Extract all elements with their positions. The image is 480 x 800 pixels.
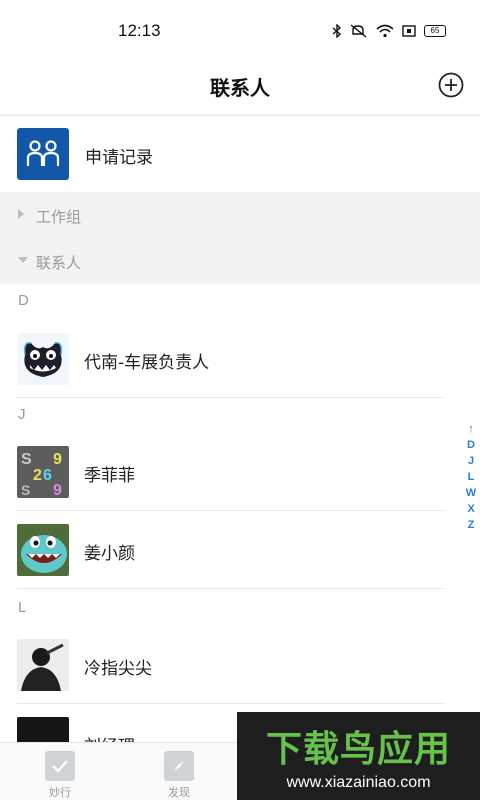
avatar	[17, 524, 69, 576]
index-letter-w[interactable]: W	[466, 485, 476, 501]
contact-row[interactable]: 姜小颜	[0, 511, 445, 589]
group-section: 工作组 联系人	[0, 192, 480, 284]
tab-label: 发现	[168, 786, 190, 799]
alphabet-index[interactable]: ↑ D J L W X Z	[462, 421, 480, 533]
svg-text:S: S	[21, 482, 30, 498]
index-letter-x[interactable]: X	[467, 501, 474, 517]
contact-name: 代南-车展负责人	[84, 353, 210, 373]
caret-right-icon	[18, 209, 24, 219]
nav-bar: 联系人	[0, 60, 480, 116]
divider	[17, 397, 445, 398]
contact-name: 姜小颜	[84, 544, 135, 564]
contact-row[interactable]: S 9 2 6 S 9 季菲菲	[0, 433, 445, 511]
svg-text:S: S	[21, 451, 32, 468]
wifi-icon	[376, 24, 394, 38]
caret-down-icon	[18, 257, 28, 263]
svg-text:2: 2	[33, 467, 42, 484]
section-header-j: J	[18, 406, 26, 423]
index-letter-z[interactable]: Z	[468, 517, 475, 533]
contact-row[interactable]: 冷指尖尖	[0, 626, 445, 704]
status-time: 12:13	[118, 21, 161, 40]
avatar: S 9 2 6 S 9	[17, 446, 69, 498]
group-label: 联系人	[36, 254, 82, 272]
svg-text:6: 6	[43, 467, 52, 484]
tab-label: 妙行	[49, 786, 71, 799]
compass-icon	[164, 751, 194, 781]
group-row-workgroup[interactable]: 工作组	[0, 192, 480, 238]
mute-icon	[350, 24, 367, 38]
divider	[17, 588, 445, 589]
contact-name: 冷指尖尖	[84, 659, 152, 679]
section-header-d: D	[18, 292, 29, 309]
avatar	[17, 333, 69, 385]
group-row-contacts[interactable]: 联系人	[0, 238, 480, 284]
watermark-url: www.xiazainiao.com	[286, 774, 431, 791]
section-header-l: L	[18, 599, 27, 616]
group-label: 工作组	[36, 208, 82, 226]
watermark-banner: 下载鸟应用 www.xiazainiao.com	[237, 712, 480, 800]
contact-name: 季菲菲	[84, 466, 135, 486]
tab-miaoxing[interactable]: 妙行	[15, 743, 105, 800]
tab-discover[interactable]: 发现	[134, 743, 224, 800]
check-icon	[45, 751, 75, 781]
index-letter-l[interactable]: L	[468, 469, 475, 485]
page-title: 联系人	[210, 76, 270, 100]
watermark-title: 下载鸟应用	[265, 729, 451, 770]
svg-text:9: 9	[53, 451, 62, 468]
apply-record-label: 申请记录	[85, 148, 153, 168]
index-up-arrow[interactable]: ↑	[468, 421, 474, 437]
bluetooth-icon	[332, 24, 342, 38]
status-icons: 65	[332, 24, 446, 38]
apply-record-row[interactable]: 申请记录	[0, 117, 480, 192]
sim-icon	[402, 25, 416, 37]
index-letter-j[interactable]: J	[468, 453, 474, 469]
add-button[interactable]	[438, 72, 464, 98]
contact-row[interactable]: 代南-车展负责人	[0, 320, 445, 398]
svg-text:9: 9	[53, 482, 62, 498]
index-letter-d[interactable]: D	[467, 437, 475, 453]
status-bar: 12:13 65	[0, 0, 480, 60]
battery-icon: 65	[424, 25, 446, 37]
avatar	[17, 639, 69, 691]
people-icon	[17, 128, 69, 180]
